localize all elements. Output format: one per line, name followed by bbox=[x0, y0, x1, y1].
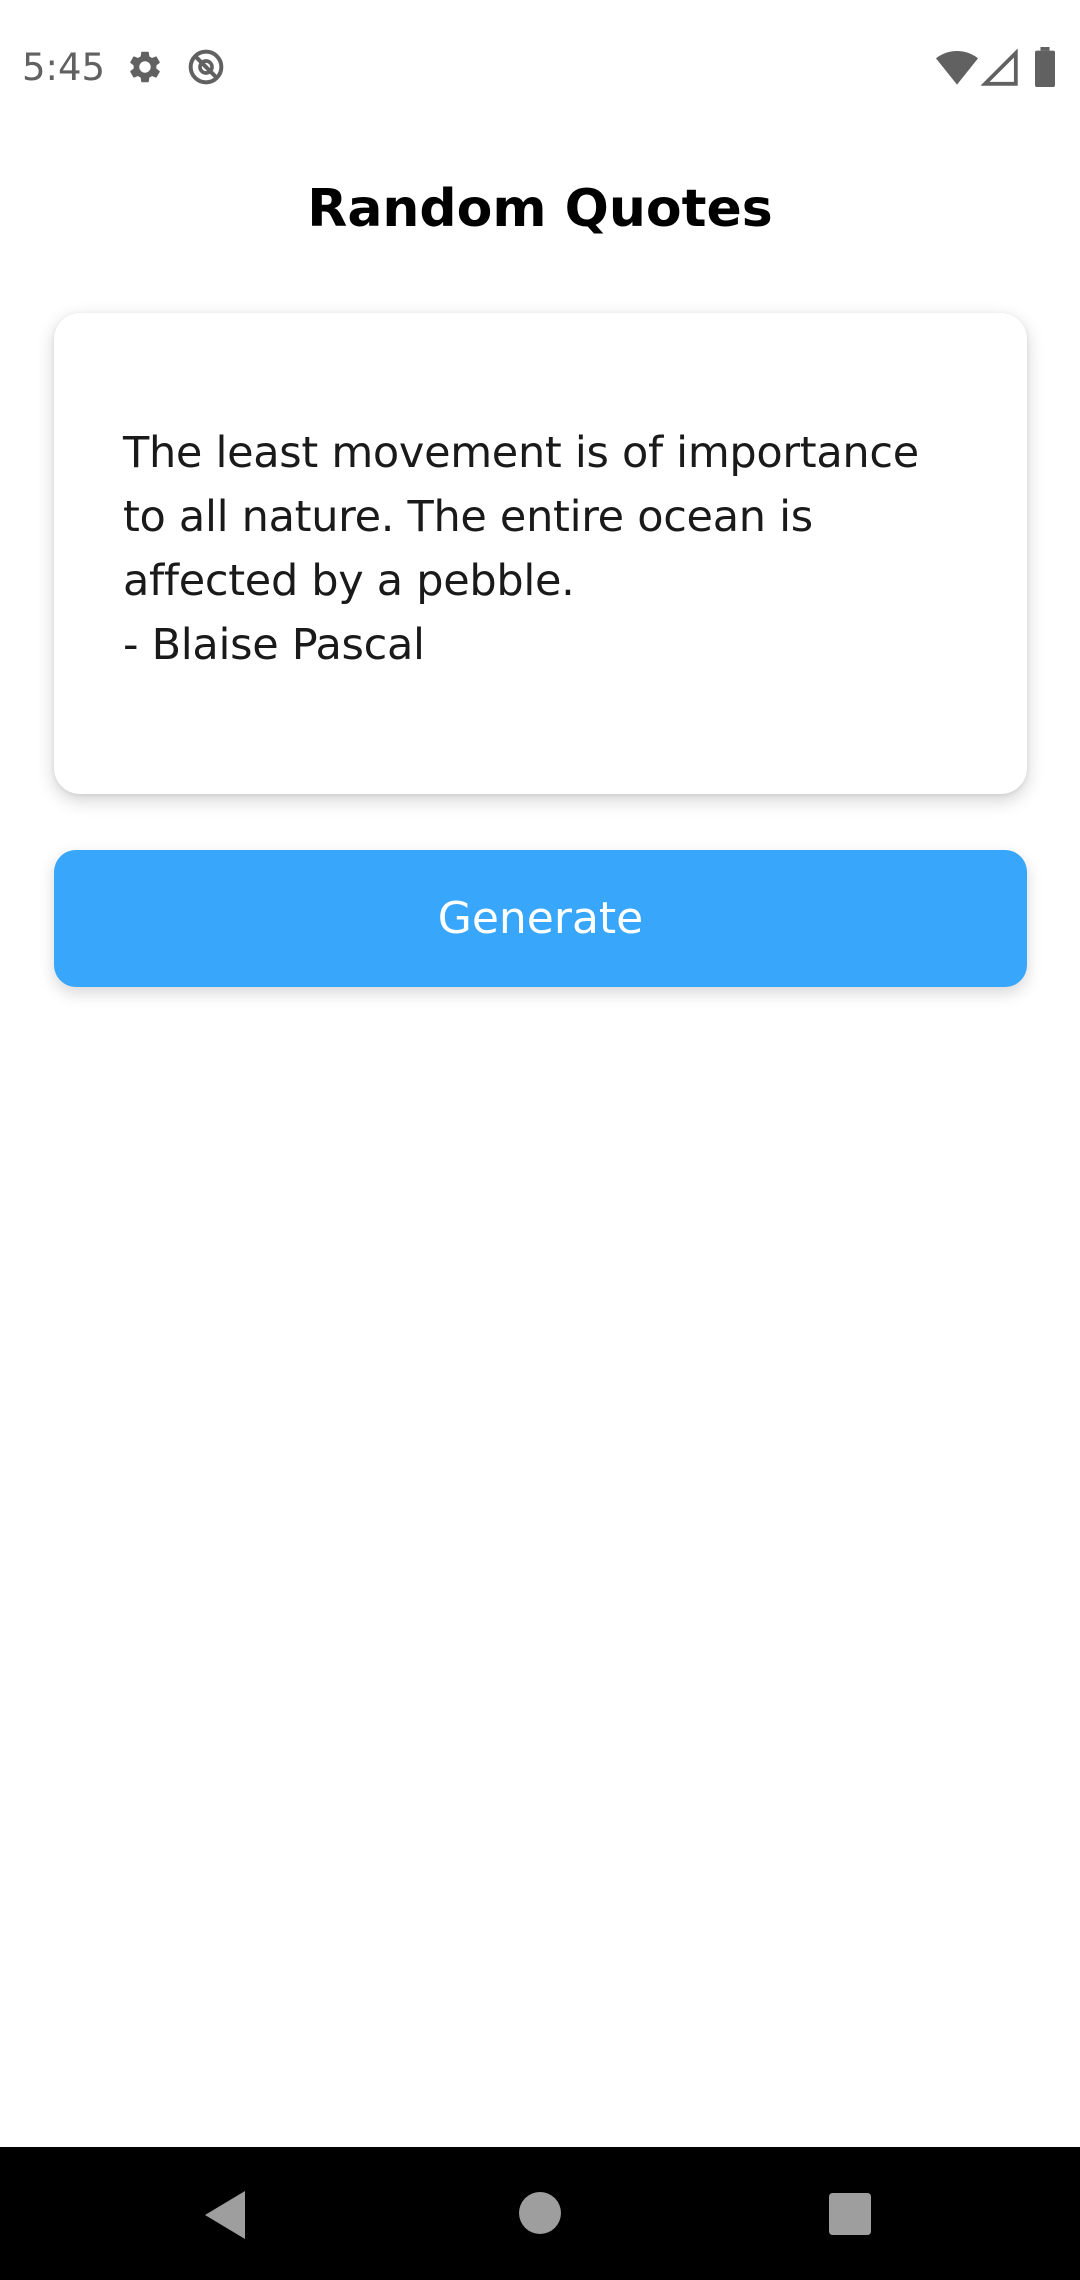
wifi-icon bbox=[936, 50, 978, 86]
navigation-bar bbox=[0, 2147, 1080, 2280]
settings-gear-icon bbox=[126, 48, 164, 86]
cellular-signal-icon bbox=[981, 49, 1019, 87]
page-title: Random Quotes bbox=[307, 179, 773, 239]
back-icon[interactable] bbox=[205, 2191, 247, 2239]
quote-author: - Blaise Pascal bbox=[123, 620, 425, 670]
home-icon[interactable] bbox=[519, 2192, 561, 2234]
status-time: 5:45 bbox=[22, 46, 106, 89]
recents-icon[interactable] bbox=[829, 2193, 871, 2235]
quote-card: The least movement is of importance to a… bbox=[54, 313, 1027, 794]
quote-text: The least movement is of importance to a… bbox=[123, 421, 983, 677]
status-bar: 5:45 bbox=[0, 0, 1080, 128]
do-not-disturb-icon bbox=[186, 47, 226, 87]
generate-button[interactable]: Generate bbox=[54, 850, 1027, 987]
quote-text-line: affected by a pebble. bbox=[123, 556, 575, 606]
quote-text-line: The least movement is of importance bbox=[123, 428, 919, 478]
battery-icon bbox=[1034, 47, 1056, 87]
quote-text-line: to all nature. The entire ocean is bbox=[123, 492, 813, 542]
